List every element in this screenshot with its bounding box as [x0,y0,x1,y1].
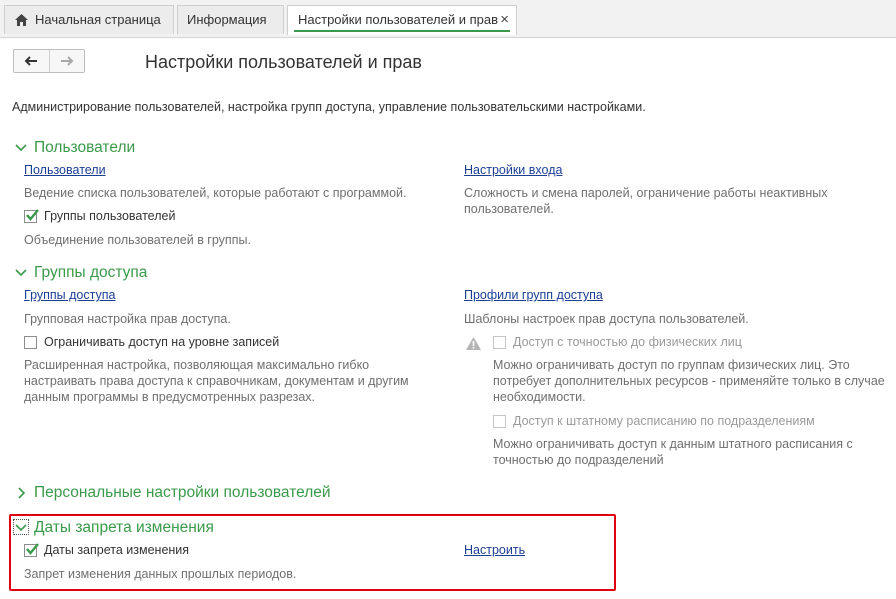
nav-buttons [13,49,85,73]
staff-schedule-checkbox[interactable] [493,414,506,428]
access-groups-link[interactable]: Группы доступа [24,288,115,302]
section-access-header[interactable]: Группы доступа [14,264,147,282]
individuals-description: Можно ограничивать доступ по группам физ… [493,358,885,404]
tab-home-label: Начальная страница [35,12,161,27]
dates-setup-link[interactable]: Настроить [464,543,525,557]
dates-checkbox-label: Даты запрета изменения [44,543,190,557]
access-profiles-link[interactable]: Профили групп доступа [464,288,603,302]
individuals-label: Доступ с точностью до физических лиц [513,335,742,349]
page-title: Настройки пользователей и прав [145,52,422,72]
close-icon[interactable]: × [500,6,509,34]
chevron-down-icon [15,144,27,152]
section-users-header[interactable]: Пользователи [14,139,135,157]
login-settings-link[interactable]: Настройки входа [464,163,562,177]
user-groups-label: Группы пользователей [44,209,176,223]
record-level-checkbox[interactable] [24,335,37,349]
staff-schedule-checkbox-row[interactable]: Доступ к штатному расписанию по подразде… [493,414,815,428]
warning-icon [466,337,481,350]
section-access-title: Группы доступа [34,264,148,281]
users-link[interactable]: Пользователи [24,163,106,177]
section-personal-header[interactable]: Персональные настройки пользователей [14,484,331,502]
chevron-down-icon [15,269,27,277]
user-groups-checkbox-row[interactable]: Группы пользователей [24,208,176,223]
staff-schedule-label: Доступ к штатному расписанию по подразде… [513,414,815,428]
individuals-checkbox-row[interactable]: Доступ с точностью до физических лиц [493,335,742,349]
record-level-label: Ограничивать доступ на уровне записей [44,335,280,349]
access-profiles-description: Шаблоны настроек прав доступа пользовате… [464,312,749,326]
arrow-right-icon [60,56,74,66]
section-dates-header[interactable]: Даты запрета изменения [14,519,214,537]
access-groups-description: Групповая настройка прав доступа. [24,312,231,326]
tab-settings[interactable]: Настройки пользователей и прав × [287,5,517,35]
section-dates-title: Даты запрета изменения [34,519,214,536]
tab-settings-label: Настройки пользователей и прав [298,12,499,27]
dates-checkbox[interactable] [24,542,39,557]
home-icon [15,14,28,26]
back-button[interactable] [14,50,49,72]
individuals-checkbox[interactable] [493,335,506,349]
dates-checkbox-row[interactable]: Даты запрета изменения [24,542,190,557]
login-settings-description: Сложность и смена паролей, ограничение р… [464,186,828,216]
chevron-down-icon [15,524,27,532]
dates-description: Запрет изменения данных прошлых периодов… [24,567,297,581]
section-personal-title: Персональные настройки пользователей [34,484,331,501]
checkmark-icon [26,208,39,221]
tab-bar: Начальная страница Информация Настройки … [0,0,896,38]
section-users-title: Пользователи [34,139,136,156]
tab-info-label: Информация [187,12,267,27]
users-description: Ведение списка пользователей, которые ра… [24,186,407,200]
record-level-checkbox-row[interactable]: Ограничивать доступ на уровне записей [24,335,279,349]
forward-button[interactable] [48,50,85,72]
checkmark-icon [26,542,39,555]
chevron-right-icon [18,487,26,499]
page-subtitle: Администрирование пользователей, настрой… [12,100,646,114]
record-level-description: Расширенная настройка, позволяющая макси… [24,358,409,404]
user-groups-checkbox[interactable] [24,208,39,223]
tab-home[interactable]: Начальная страница [4,5,174,34]
tab-info[interactable]: Информация [177,5,284,34]
staff-schedule-description: Можно ограничивать доступ к данным штатн… [493,437,853,467]
arrow-left-icon [24,56,38,66]
user-groups-description: Объединение пользователей в группы. [24,233,251,247]
